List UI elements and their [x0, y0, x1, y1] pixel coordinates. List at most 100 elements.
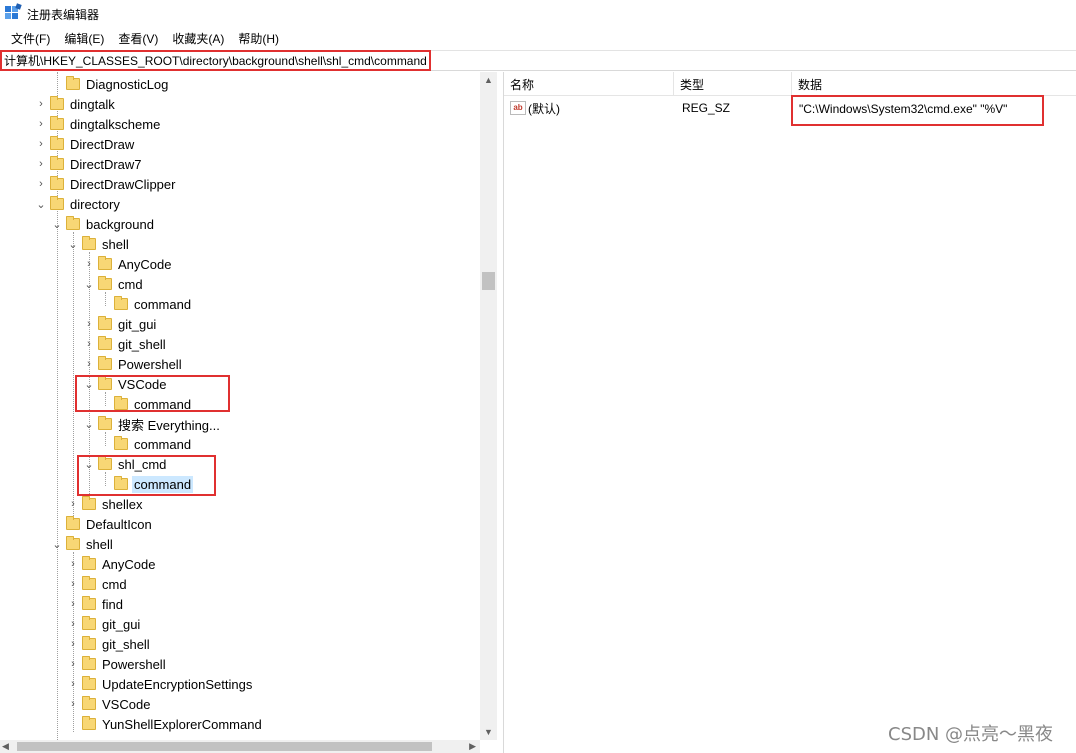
chevron-right-icon[interactable]: › [34, 174, 48, 194]
chevron-down-icon[interactable]: ⌄ [66, 234, 80, 254]
column-name[interactable]: 名称 [504, 72, 674, 96]
chevron-right-icon[interactable]: › [66, 694, 80, 714]
tree-node[interactable]: › AnyCode [66, 554, 157, 574]
watermark: CSDN @点亮～黑夜 [888, 724, 1054, 745]
tree-node-label: DiagnosticLog [86, 76, 169, 92]
tree-node[interactable]: › Powershell [66, 654, 168, 674]
menu-edit[interactable]: 编辑(E) [57, 30, 111, 47]
folder-icon [82, 716, 96, 730]
value-data: "C:\Windows\System32\cmd.exe" "%V" [791, 95, 1044, 126]
tree-node[interactable]: ⌄ cmd [82, 274, 145, 294]
menu-view[interactable]: 查看(V) [111, 30, 165, 47]
chevron-right-icon[interactable]: › [34, 134, 48, 154]
tree-node-label: AnyCode [118, 256, 172, 272]
folder-icon [82, 616, 96, 630]
tree-node[interactable]: › cmd [66, 574, 129, 594]
chevron-down-icon[interactable]: ⌄ [82, 274, 96, 294]
chevron-right-icon[interactable]: › [66, 614, 80, 634]
chevron-right-icon[interactable]: › [66, 654, 80, 674]
folder-icon [82, 676, 96, 690]
tree-node[interactable]: › dingtalkscheme [34, 114, 162, 134]
chevron-down-icon[interactable]: ⌄ [50, 214, 64, 234]
chevron-right-icon[interactable]: › [66, 594, 80, 614]
tree-node[interactable]: › DirectDrawClipper [34, 174, 177, 194]
folder-icon [114, 296, 128, 310]
chevron-right-icon[interactable]: › [34, 94, 48, 114]
chevron-down-icon[interactable]: ⌄ [50, 534, 64, 554]
chevron-down-icon[interactable]: ⌄ [34, 194, 48, 214]
column-type[interactable]: 类型 [674, 72, 792, 96]
folder-icon [50, 196, 64, 210]
tree-node[interactable]: command [98, 434, 193, 454]
chevron-right-icon[interactable]: › [66, 674, 80, 694]
tree-node[interactable]: › git_gui [82, 314, 158, 334]
folder-icon [114, 436, 128, 450]
tree-node[interactable]: ⌄ background [50, 214, 156, 234]
tree-node[interactable]: › dingtalk [34, 94, 117, 114]
tree-node[interactable]: ⌄ 搜索 Everything... [82, 414, 222, 434]
scroll-up-arrow-icon[interactable]: ▲ [480, 72, 497, 88]
folder-icon [98, 356, 112, 370]
value-type: REG_SZ [682, 101, 731, 115]
tree-node[interactable]: DefaultIcon [50, 514, 154, 534]
tree-node[interactable]: › git_shell [82, 334, 168, 354]
folder-icon [98, 276, 112, 290]
scroll-left-arrow-icon[interactable]: ◀ [2, 740, 9, 753]
chevron-down-icon[interactable]: ⌄ [82, 414, 96, 434]
tree-node[interactable]: › git_shell [66, 634, 152, 654]
chevron-right-icon[interactable]: › [82, 314, 96, 334]
scroll-right-arrow-icon[interactable]: ▶ [469, 740, 476, 753]
chevron-right-icon[interactable]: › [66, 634, 80, 654]
no-expander [98, 294, 112, 314]
tree-node-label: DirectDraw7 [70, 156, 142, 172]
tree-node[interactable]: ⌄ directory [34, 194, 122, 214]
tree-node[interactable]: DiagnosticLog [50, 74, 170, 94]
tree-node[interactable]: › git_gui [66, 614, 142, 634]
registry-editor-icon [5, 3, 22, 22]
tree-node[interactable]: YunShellExplorerCommand [66, 714, 264, 734]
tree-vertical-scrollbar[interactable]: ▲ ▼ [480, 72, 497, 740]
list-header: 名称 类型 数据 [504, 72, 1076, 96]
tree-node[interactable]: › DirectDraw [34, 134, 136, 154]
menu-help[interactable]: 帮助(H) [231, 30, 286, 47]
chevron-right-icon[interactable]: › [66, 574, 80, 594]
folder-icon [82, 236, 96, 250]
menu-file[interactable]: 文件(F) [4, 30, 57, 47]
chevron-right-icon[interactable]: › [66, 494, 80, 514]
value-row[interactable]: ab (默认) REG_SZ [504, 98, 730, 118]
tree-node[interactable]: › UpdateEncryptionSettings [66, 674, 254, 694]
string-value-icon: ab [510, 101, 526, 115]
chevron-right-icon[interactable]: › [82, 254, 96, 274]
tree-node-label: command [134, 296, 192, 312]
tree-node[interactable]: › DirectDraw7 [34, 154, 144, 174]
tree-node[interactable]: › shellex [66, 494, 144, 514]
tree-horizontal-scrollbar[interactable]: ◀ ▶ [0, 740, 480, 753]
chevron-right-icon[interactable]: › [34, 154, 48, 174]
tree-node[interactable]: › VSCode [66, 694, 152, 714]
tree-node[interactable]: › AnyCode [82, 254, 173, 274]
tree-node[interactable]: › find [66, 594, 125, 614]
scroll-thumb[interactable] [482, 272, 495, 290]
folder-icon [66, 76, 80, 90]
tree-node-label: Powershell [102, 656, 166, 672]
tree-node-label: DefaultIcon [86, 516, 152, 532]
menu-favorites[interactable]: 收藏夹(A) [165, 30, 231, 47]
chevron-right-icon[interactable]: › [82, 354, 96, 374]
tree-node[interactable]: › Powershell [82, 354, 184, 374]
tree-node[interactable]: command [98, 294, 193, 314]
annotation-box-shl-cmd [77, 455, 216, 496]
address-path-input[interactable]: 计算机\HKEY_CLASSES_ROOT\directory\backgrou… [0, 50, 431, 71]
scroll-down-arrow-icon[interactable]: ▼ [480, 724, 497, 740]
tree-node-label: VSCode [102, 696, 151, 712]
tree-node[interactable]: ⌄ shell [66, 234, 131, 254]
tree-node[interactable]: ⌄ shell [50, 534, 115, 554]
chevron-right-icon[interactable]: › [82, 334, 96, 354]
no-expander [98, 434, 112, 454]
chevron-right-icon[interactable]: › [34, 114, 48, 134]
column-data[interactable]: 数据 [792, 72, 1076, 96]
tree-node-label: shellex [102, 496, 143, 512]
folder-icon [98, 256, 112, 270]
tree-node-label: dingtalkscheme [70, 116, 161, 132]
scroll-thumb-horizontal[interactable] [17, 742, 432, 751]
chevron-right-icon[interactable]: › [66, 554, 80, 574]
